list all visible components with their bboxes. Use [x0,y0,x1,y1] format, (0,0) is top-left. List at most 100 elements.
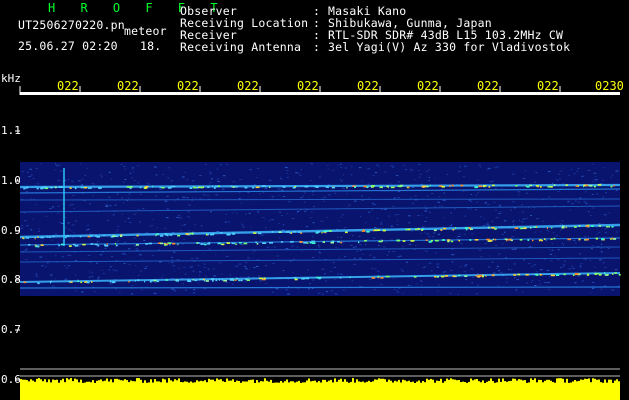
amplitude-peak [484,383,486,385]
band-highlight [491,274,494,276]
band-highlight [578,225,581,227]
noise-speck [579,265,581,267]
band-highlight [349,276,351,279]
amplitude-peak [196,380,198,385]
noise-speck [207,268,210,270]
noise-speck [301,250,303,252]
noise-speck [451,223,453,225]
amplitude-peak [186,381,188,385]
band-highlight [294,278,298,281]
amplitude-peak [240,382,242,385]
noise-speck [557,259,560,261]
noise-speck [166,195,169,197]
band-highlight [174,185,176,188]
noise-speck [397,214,399,215]
noise-speck [300,169,303,171]
noise-speck [536,218,539,220]
noise-speck [118,291,121,293]
noise-speck [256,266,259,267]
band-highlight [259,277,263,280]
noise-speck [86,167,88,169]
noise-speck [422,226,426,228]
band-highlight [72,243,76,246]
amplitude-peak [118,379,120,385]
noise-speck [123,263,126,264]
noise-speck [142,258,144,260]
noise-speck [512,173,515,175]
amplitude-peak [198,381,200,385]
band-highlight [598,225,602,227]
noise-speck [89,232,92,234]
noise-speck [112,283,114,284]
noise-speck [401,270,405,272]
noise-speck [252,252,254,254]
noise-speck [184,171,186,173]
amplitude-peak [220,379,222,385]
noise-speck [326,217,329,219]
band-highlight [483,185,487,187]
amplitude-peak [204,380,206,385]
noise-speck [57,205,60,207]
noise-speck [477,192,479,194]
amplitude-peak [476,379,478,385]
band-highlight [68,245,72,247]
band-highlight [478,185,483,188]
noise-speck [66,267,68,269]
amplitude-peak [120,380,122,385]
noise-speck [498,213,501,214]
noise-speck [478,164,481,166]
noise-speck [318,256,320,258]
noise-speck [344,256,347,258]
noise-speck [513,220,515,221]
amplitude-peak [370,382,372,385]
band-highlight [488,226,490,229]
band-highlight [330,241,334,244]
noise-speck [428,176,431,178]
band-highlight [429,184,431,187]
amplitude-peak [374,379,376,385]
noise-speck [495,166,499,168]
noise-speck [436,266,439,268]
noise-speck [57,180,60,182]
noise-speck [415,283,418,285]
band-highlight [618,274,621,276]
noise-speck [280,178,283,180]
noise-speck [287,293,290,295]
noise-speck [239,178,242,180]
noise-speck [610,177,612,179]
amplitude-peak [148,382,150,385]
noise-speck [182,196,186,198]
noise-speck [296,210,300,212]
band-highlight [261,185,266,187]
noise-speck [449,225,452,227]
noise-speck [511,236,515,238]
noise-speck [158,249,161,251]
band-highlight [362,229,365,231]
noise-speck [607,247,610,249]
noise-speck [418,170,420,171]
noise-speck [36,183,40,185]
band-highlight [111,281,116,283]
noise-speck [30,229,33,231]
band-highlight [255,186,260,189]
noise-speck [470,268,474,270]
noise-speck [55,165,59,167]
noise-speck [522,218,525,220]
noise-speck [245,268,248,270]
band-highlight [486,238,490,241]
amplitude-peak [116,378,118,385]
noise-speck [342,289,346,291]
amplitude-peak [500,381,502,385]
band-highlight [23,281,27,284]
amplitude-peak [600,382,602,385]
noise-speck [210,178,214,180]
band-highlight [593,185,596,188]
band-highlight [240,279,243,282]
noise-speck [583,236,587,237]
amplitude-peak [92,380,94,385]
noise-speck [457,294,459,295]
noise-speck [79,163,82,165]
noise-speck [438,196,441,198]
noise-speck [108,283,112,285]
noise-speck [602,179,604,181]
